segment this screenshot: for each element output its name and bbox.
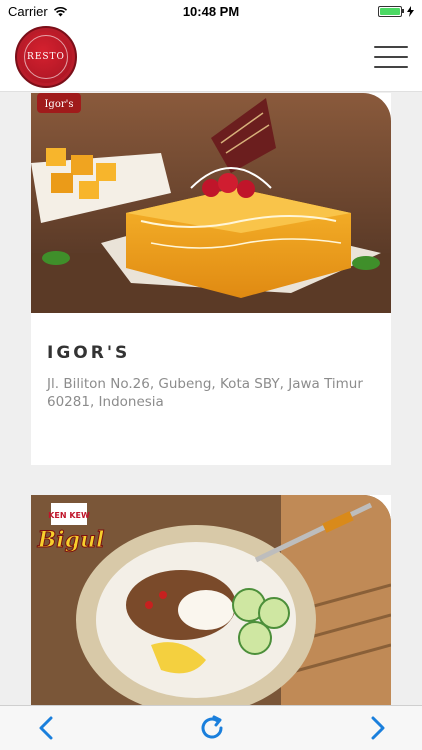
restaurant-card[interactable]: Igor's IGOR'S Jl. Biliton No.26, Gubeng,… (31, 93, 391, 465)
rice-dish-photo: KEN KEW Bigul (31, 495, 391, 705)
logo-text: RESTO (27, 51, 65, 62)
restaurant-list[interactable]: Igor's IGOR'S Jl. Biliton No.26, Gubeng,… (0, 93, 422, 705)
chevron-left-icon (39, 716, 53, 740)
reload-button[interactable] (198, 714, 226, 742)
refresh-icon (201, 715, 223, 739)
restaurant-card[interactable]: KEN KEW Bigul (31, 495, 391, 705)
forward-button[interactable] (364, 714, 392, 742)
restaurant-image: KEN KEW Bigul (31, 495, 391, 705)
cake-photo: Igor's (31, 93, 391, 313)
logo-ring: RESTO (24, 34, 68, 79)
svg-text:Bigul: Bigul (37, 527, 105, 553)
hamburger-menu-icon[interactable] (374, 45, 408, 68)
chevron-right-icon (371, 716, 385, 740)
restaurant-name: IGOR'S (47, 343, 131, 363)
back-button[interactable] (32, 714, 60, 742)
resto-logo[interactable]: RESTO (15, 25, 77, 88)
restaurant-image: Igor's (31, 93, 391, 313)
battery-icon (378, 5, 414, 17)
svg-text:KEN KEW: KEN KEW (48, 511, 90, 520)
status-bar: Carrier 10:48 PM (0, 0, 422, 22)
wifi-icon (53, 6, 67, 16)
bottom-toolbar (0, 705, 422, 750)
status-left: Carrier (8, 4, 68, 19)
restaurant-card-body: IGOR'S Jl. Biliton No.26, Gubeng, Kota S… (31, 313, 391, 465)
charging-bolt-icon (407, 5, 414, 17)
carrier-label: Carrier (8, 3, 48, 19)
app-header: RESTO (0, 22, 422, 92)
image-badge-igors: Igor's (44, 99, 73, 110)
restaurant-address: Jl. Biliton No.26, Gubeng, Kota SBY, Jaw… (47, 376, 363, 410)
